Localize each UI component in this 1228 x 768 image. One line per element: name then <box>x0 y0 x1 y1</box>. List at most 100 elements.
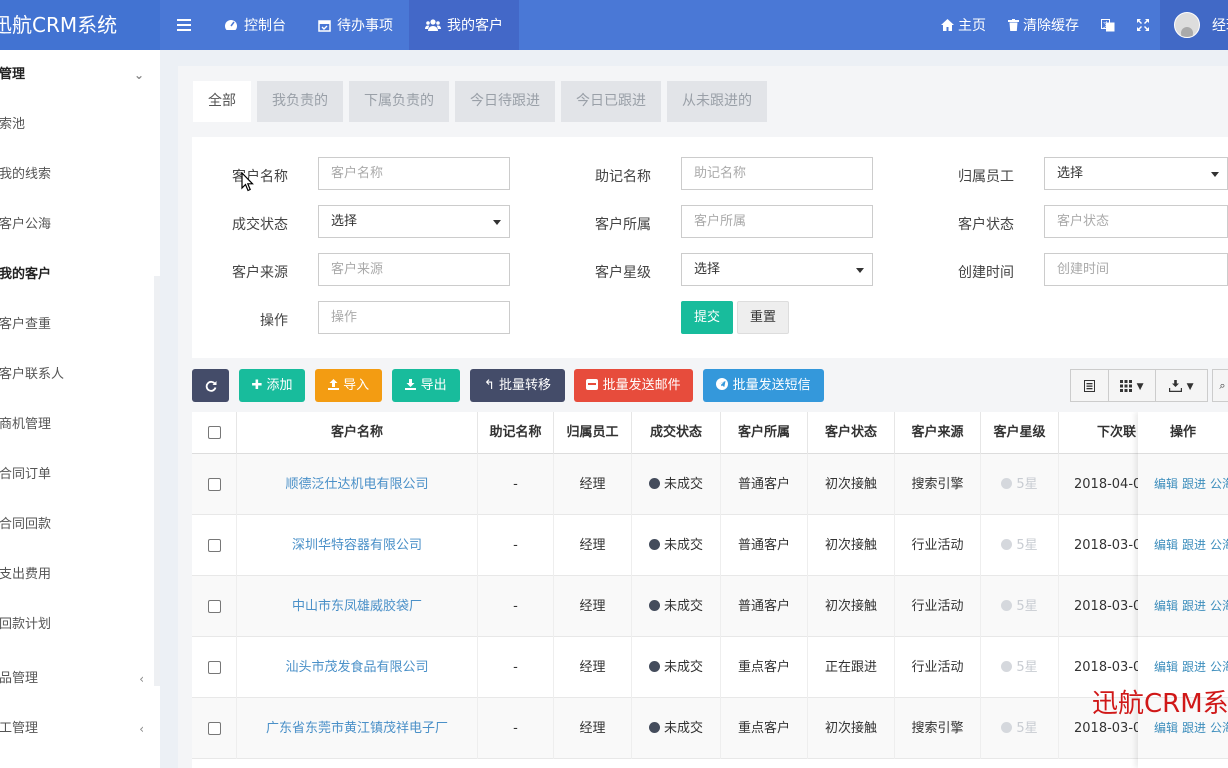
tab-mine[interactable]: 我负责的 <box>257 81 343 122</box>
move-to-pool-link[interactable]: 公海 <box>1210 538 1228 552</box>
owner-select[interactable]: 选择 <box>1044 157 1228 190</box>
filter-label-mnemonic: 助记名称 <box>595 169 651 185</box>
follow-up-link[interactable]: 跟进 <box>1182 721 1206 735</box>
sidebar-item-opportunities[interactable]: 商机管理 <box>0 400 160 450</box>
toggle-view-button[interactable] <box>1070 369 1109 402</box>
table-row[interactable]: 中山市东凤雄威胶袋厂 - 经理 未成交 普通客户 初次接触 行业活动 5星 2018-03-0 <box>192 576 1228 637</box>
batch-email-button[interactable]: 批量发送邮件 <box>574 369 693 402</box>
row-checkbox[interactable] <box>207 478 221 491</box>
source-input[interactable]: 客户来源 <box>318 253 510 286</box>
belong-input[interactable]: 客户所属 <box>681 205 873 238</box>
user-menu[interactable]: 经理 <box>1160 0 1228 50</box>
select-all-checkbox[interactable] <box>207 426 221 439</box>
row-operations: 编辑跟进公海 <box>1138 515 1228 576</box>
batch-transfer-button[interactable]: ↰ 批量转移 <box>470 369 565 402</box>
export-button[interactable]: 导出 <box>392 369 460 402</box>
sidebar-item-public-pool[interactable]: 客户公海 <box>0 200 160 250</box>
brand-logo[interactable]: 迅航CRM系统 <box>0 0 160 50</box>
move-to-pool-link[interactable]: 公海 <box>1210 660 1228 674</box>
created-time-input[interactable]: 创建时间 <box>1044 253 1228 286</box>
edit-link[interactable]: 编辑 <box>1154 477 1178 491</box>
submit-button[interactable]: 提交 <box>681 301 733 334</box>
col-status[interactable]: 客户状态 <box>808 412 895 454</box>
customer-status-input[interactable]: 客户状态 <box>1044 205 1228 238</box>
tab-subordinate[interactable]: 下属负责的 <box>349 81 449 122</box>
follow-up-link[interactable]: 跟进 <box>1182 538 1206 552</box>
edit-link[interactable]: 编辑 <box>1154 721 1178 735</box>
table-row[interactable]: 汕头市茂发食品有限公司 - 经理 未成交 重点客户 正在跟进 行业活动 5星 2018-03-0 <box>192 637 1228 698</box>
tab-today-done[interactable]: 今日已跟进 <box>561 81 661 122</box>
move-to-pool-link[interactable]: 公海 <box>1210 721 1228 735</box>
tab-today-pending[interactable]: 今日待跟进 <box>455 81 555 122</box>
row-checkbox[interactable] <box>207 539 221 552</box>
row-checkbox[interactable] <box>207 722 221 735</box>
col-deal-status[interactable]: 成交状态 <box>632 412 721 454</box>
nav-my-customers-label: 我的客户 <box>447 18 503 34</box>
table-row[interactable]: 深圳华特容器有限公司 - 经理 未成交 普通客户 初次接触 行业活动 5星 2018-03-0 <box>192 515 1228 576</box>
sidebar-item-expenses[interactable]: 支出费用 <box>0 550 160 600</box>
search-toggle-button[interactable]: ⌕ <box>1212 369 1228 402</box>
add-button[interactable]: ✚ 添加 <box>239 369 305 402</box>
move-to-pool-link[interactable]: 公海 <box>1210 599 1228 613</box>
sidebar-group-staff[interactable]: 员工管理 ‹ <box>0 704 160 754</box>
sidebar-item-my-customers[interactable]: 我的客户 <box>0 250 160 300</box>
sidebar-toggle-button[interactable] <box>160 0 208 50</box>
sidebar-item-label: 回款计划 <box>0 617 52 632</box>
sidebar-item-payment-plan[interactable]: 回款计划 <box>0 600 160 650</box>
rating-select[interactable]: 选择 <box>681 253 873 286</box>
cell-customer-name[interactable]: 中山市东凤雄威胶袋厂 <box>237 576 478 637</box>
cell-customer-name[interactable]: 广东省东莞市黄江镇茂祥电子厂 <box>237 698 478 759</box>
edit-link[interactable]: 编辑 <box>1154 599 1178 613</box>
col-belong[interactable]: 客户所属 <box>721 412 808 454</box>
edit-link[interactable]: 编辑 <box>1154 538 1178 552</box>
language-button[interactable]: 文 <box>1090 0 1126 50</box>
nav-todo[interactable]: 待办事项 <box>302 0 409 50</box>
tab-all[interactable]: 全部 <box>193 81 251 122</box>
col-mnemonic[interactable]: 助记名称 <box>478 412 554 454</box>
row-checkbox[interactable] <box>207 600 221 613</box>
sidebar-item-receivables[interactable]: 合同回款 <box>0 500 160 550</box>
home-link[interactable]: 主页 <box>930 0 997 50</box>
nav-dashboard[interactable]: 控制台 <box>208 0 302 50</box>
follow-up-link[interactable]: 跟进 <box>1182 599 1206 613</box>
batch-sms-button[interactable]: 批量发送短信 <box>703 369 824 402</box>
reset-button[interactable]: 重置 <box>737 301 789 334</box>
follow-up-link[interactable]: 跟进 <box>1182 477 1206 491</box>
add-label: 添加 <box>266 378 293 393</box>
sidebar-item-contacts[interactable]: 客户联系人 <box>0 350 160 400</box>
columns-button[interactable]: ▼ <box>1108 369 1156 402</box>
deal-status-select[interactable]: 选择 <box>318 205 510 238</box>
download-icon <box>405 379 417 390</box>
cell-customer-name[interactable]: 顺德泛仕达机电有限公司 <box>237 454 478 515</box>
col-next-follow[interactable]: 下次联 <box>1059 412 1149 454</box>
tab-never-followed[interactable]: 从未跟进的 <box>667 81 767 122</box>
cell-customer-name[interactable]: 深圳华特容器有限公司 <box>237 515 478 576</box>
nav-my-customers[interactable]: 我的客户 <box>409 0 519 50</box>
table-row[interactable]: 广东省东莞市黄江镇茂祥电子厂 - 经理 未成交 重点客户 初次接触 搜索引擎 5星 2018-0… <box>192 698 1228 759</box>
table-row[interactable]: 顺德泛仕达机电有限公司 - 经理 未成交 普通客户 初次接触 搜索引擎 5星 2018-04-0 <box>192 454 1228 515</box>
clear-cache-button[interactable]: 清除缓存 <box>997 0 1090 50</box>
sidebar-item-my-leads[interactable]: 我的线索 <box>0 150 160 200</box>
sidebar-group-customer-management[interactable]: 客户管理 ⌄ <box>0 50 160 100</box>
operation-input[interactable]: 操作 <box>318 301 510 334</box>
fullscreen-button[interactable] <box>1126 0 1160 50</box>
sidebar-item-leads-pool[interactable]: 线索池 <box>0 100 160 150</box>
row-checkbox[interactable] <box>207 661 221 674</box>
sidebar-group-products[interactable]: 产品管理 ‹ <box>0 654 160 704</box>
mnemonic-input[interactable]: 助记名称 <box>681 157 873 190</box>
refresh-icon <box>205 380 216 392</box>
sidebar-item-dedupe[interactable]: 客户查重 <box>0 300 160 350</box>
col-source[interactable]: 客户来源 <box>895 412 981 454</box>
customer-name-input[interactable]: 客户名称 <box>318 157 510 190</box>
move-to-pool-link[interactable]: 公海 <box>1210 477 1228 491</box>
sidebar-item-contracts[interactable]: 合同订单 <box>0 450 160 500</box>
import-button[interactable]: 导入 <box>315 369 382 402</box>
edit-link[interactable]: 编辑 <box>1154 660 1178 674</box>
col-owner[interactable]: 归属员工 <box>554 412 632 454</box>
export-menu-button[interactable]: ▼ <box>1155 369 1208 402</box>
follow-up-link[interactable]: 跟进 <box>1182 660 1206 674</box>
refresh-button[interactable] <box>192 369 229 402</box>
col-rating[interactable]: 客户星级 <box>981 412 1059 454</box>
col-customer-name[interactable]: 客户名称 <box>237 412 478 454</box>
cell-customer-name[interactable]: 汕头市茂发食品有限公司 <box>237 637 478 698</box>
